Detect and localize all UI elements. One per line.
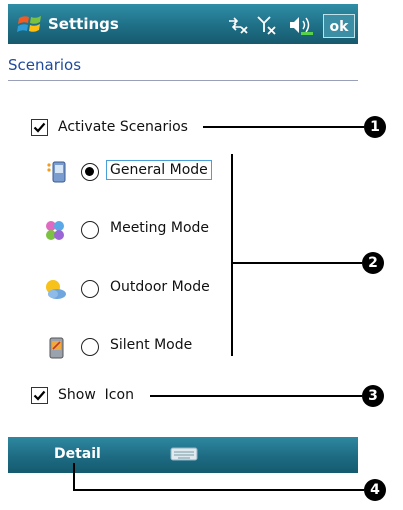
keyboard-icon[interactable]: [170, 446, 198, 466]
callout-2-badge: 2: [362, 252, 384, 274]
start-windows-icon[interactable]: [16, 12, 44, 36]
title-bar: Settings ok: [8, 4, 358, 44]
signal-off-icon[interactable]: [256, 14, 278, 40]
callout-4-line: [73, 489, 364, 491]
outdoor-mode-icon: [43, 278, 67, 306]
callout-2-bracket: [231, 154, 233, 356]
general-mode-radio[interactable]: [81, 163, 99, 181]
callout-2-line: [231, 262, 362, 264]
ok-button[interactable]: ok: [323, 14, 355, 38]
general-mode-icon: [46, 160, 68, 188]
meeting-mode-radio[interactable]: [81, 221, 99, 239]
app-title: Settings: [48, 15, 119, 33]
show-icon-checkbox[interactable]: [31, 387, 48, 404]
callout-1-badge: 1: [364, 116, 386, 138]
detail-softkey[interactable]: Detail: [54, 446, 101, 462]
outdoor-mode-label[interactable]: Outdoor Mode: [110, 279, 210, 295]
callout-1-line: [203, 126, 364, 128]
connectivity-icon[interactable]: [227, 15, 249, 39]
silent-mode-icon: [47, 336, 67, 364]
show-icon-label: Show Icon: [58, 387, 134, 403]
callout-4-badge: 4: [364, 479, 386, 501]
callout-3-badge: 3: [362, 385, 384, 407]
volume-icon[interactable]: [288, 14, 316, 40]
callout-3-line: [150, 395, 362, 397]
outdoor-mode-radio[interactable]: [81, 280, 99, 298]
meeting-mode-label[interactable]: Meeting Mode: [110, 220, 209, 236]
silent-mode-radio[interactable]: [81, 338, 99, 356]
activate-scenarios-label: Activate Scenarios: [58, 119, 188, 135]
silent-mode-label[interactable]: Silent Mode: [110, 337, 192, 353]
activate-scenarios-checkbox[interactable]: [31, 119, 48, 136]
callout-4-stem: [73, 463, 75, 490]
meeting-mode-icon: [43, 219, 67, 247]
general-mode-label[interactable]: General Mode: [106, 160, 212, 180]
page-title: Scenarios: [8, 56, 82, 74]
header-divider: [8, 80, 358, 81]
